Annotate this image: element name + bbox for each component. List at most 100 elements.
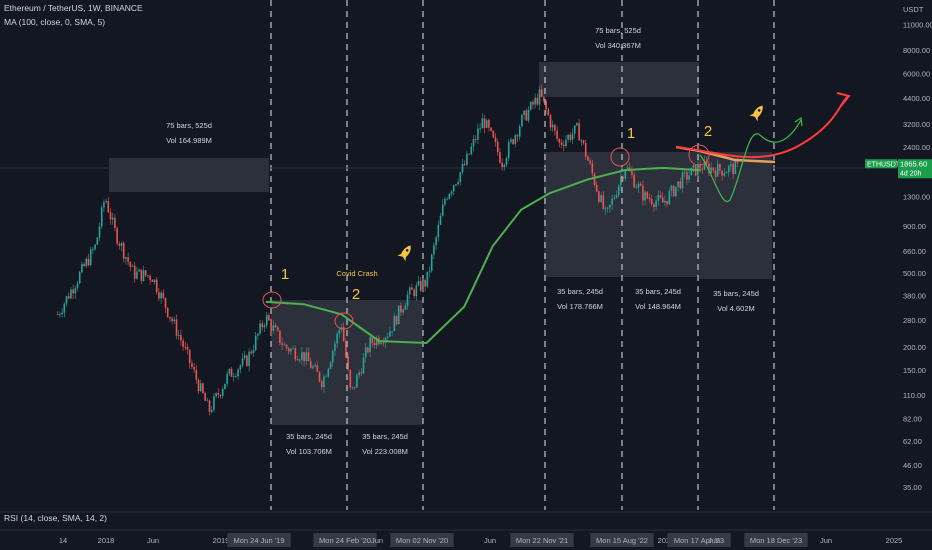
price-tick-label: 200.00 — [903, 343, 926, 352]
candle-body — [261, 323, 264, 328]
candle-body — [195, 369, 198, 380]
candle-body — [373, 342, 376, 346]
candle-body — [120, 243, 123, 246]
candle-body — [63, 303, 66, 313]
candle-body — [688, 175, 690, 180]
candle-body — [254, 335, 257, 350]
price-tick-label: 380.00 — [903, 291, 926, 300]
price-tick-label: 900.00 — [903, 222, 926, 231]
candle-body — [303, 352, 305, 362]
candle-body — [276, 327, 279, 331]
box-bars-label: 35 bars, 245d — [713, 289, 759, 298]
candle-body — [523, 110, 525, 115]
price-tick-label: 1300.00 — [903, 192, 930, 201]
candle-body — [514, 135, 517, 145]
box-vol-label: Vol 340.367M — [595, 41, 641, 50]
price-tick-label: 62.00 — [903, 437, 922, 446]
candle-body — [474, 139, 477, 140]
candle-body — [512, 139, 514, 145]
box-vol-label: Vol 4.602M — [717, 304, 755, 313]
candle-body — [138, 269, 140, 272]
candle-body — [400, 305, 402, 313]
candle-body — [439, 215, 442, 225]
candle-body — [309, 361, 312, 369]
candle-body — [510, 139, 512, 143]
candle-body — [347, 357, 349, 371]
candle-body — [259, 323, 261, 334]
candle-body — [503, 164, 506, 168]
candle-body — [620, 177, 622, 186]
candle-body — [296, 359, 299, 361]
chart-canvas[interactable]: 75 bars, 525d Vol 164.989M 35 bars, 245d Vo… — [0, 0, 932, 550]
candle-body — [127, 257, 129, 262]
candle-body — [257, 333, 259, 336]
candle-body — [466, 153, 468, 165]
time-tick-label: Mon 24 Feb '20 — [319, 536, 371, 545]
candle-body — [545, 101, 547, 110]
candle-body — [679, 181, 682, 189]
candle-body — [356, 375, 358, 388]
candle-body — [402, 309, 404, 313]
candle-body — [186, 347, 189, 350]
candle-body — [252, 349, 255, 354]
box-bars-label: 35 bars, 245d — [286, 432, 332, 441]
candle-body — [659, 195, 662, 198]
candle-body — [171, 318, 173, 322]
candle-body — [655, 200, 657, 207]
candle-body — [219, 394, 222, 396]
candle-body — [56, 314, 59, 316]
candle-body — [507, 142, 510, 159]
candle-body — [730, 164, 732, 167]
candle-body — [173, 319, 176, 322]
candle-body — [395, 316, 398, 325]
candle-body — [448, 193, 451, 199]
candle-body — [250, 351, 253, 354]
candle-body — [364, 347, 367, 358]
ma-legend[interactable]: MA (100, close, 0, SMA, 5) — [4, 17, 105, 27]
candle-body — [558, 138, 561, 143]
candle-body — [457, 181, 459, 185]
candle-body — [600, 195, 602, 202]
candle-body — [147, 275, 149, 277]
candle-body — [85, 258, 88, 267]
price-tick-label: 82.00 — [903, 415, 922, 424]
candle-body — [441, 204, 444, 216]
candle-body — [213, 396, 215, 411]
candle-body — [554, 124, 556, 131]
candle-body — [232, 376, 235, 378]
cycle-box — [109, 158, 269, 192]
candle-body — [567, 134, 569, 140]
price-axis-currency: USDT — [903, 5, 924, 14]
candle-body — [543, 96, 545, 102]
candle-body — [639, 184, 642, 186]
candle-body — [727, 166, 730, 173]
candle-body — [74, 288, 77, 294]
candle-body — [369, 337, 371, 353]
candle-body — [485, 120, 488, 128]
candle-body — [613, 197, 616, 199]
candle-body — [353, 386, 356, 388]
candle-body — [565, 139, 567, 147]
candle-body — [279, 330, 281, 344]
candle-body — [413, 289, 415, 297]
candle-body — [199, 383, 202, 392]
candle-body — [668, 191, 671, 205]
candle-body — [609, 204, 611, 208]
candle-body — [155, 279, 158, 293]
candle-body — [202, 383, 204, 394]
candle-body — [406, 294, 409, 306]
candle-body — [477, 128, 479, 140]
candle-body — [274, 325, 277, 328]
candle-body — [675, 186, 677, 197]
candle-body — [338, 329, 341, 334]
cycle-number: 1 — [627, 125, 635, 142]
candle-body — [287, 348, 290, 352]
candle-body — [461, 163, 464, 173]
candle-body — [569, 134, 572, 140]
price-tick-label: 2400.00 — [903, 143, 930, 152]
rsi-legend[interactable]: RSI (14, close, SMA, 14, 2) — [4, 513, 107, 523]
candle-body — [76, 283, 79, 289]
price-tick-label: 500.00 — [903, 269, 926, 278]
symbol-legend[interactable]: Ethereum / TetherUS, 1W, BINANCE — [4, 3, 143, 13]
candle-body — [206, 400, 209, 402]
